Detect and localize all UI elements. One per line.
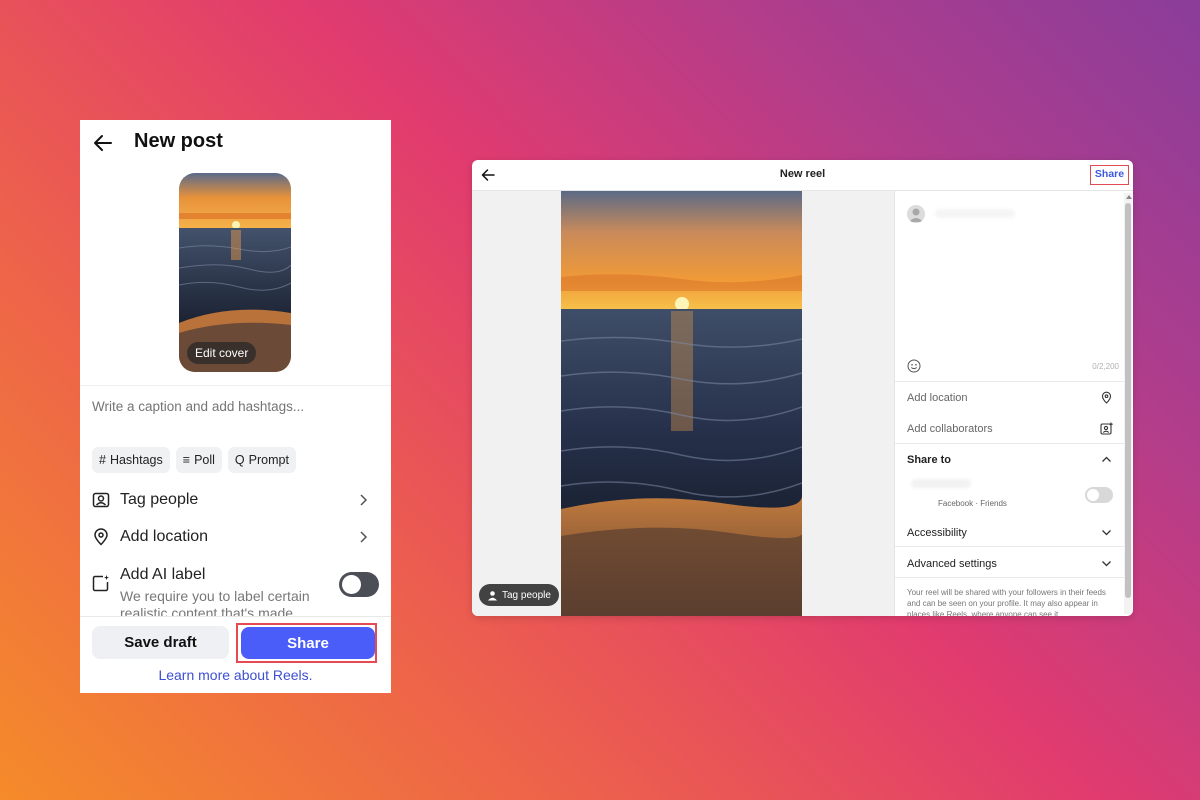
add-location-row[interactable]: Add location	[92, 522, 379, 552]
desktop-new-reel-panel: New reel Share Tag people 0/2,200 Add lo…	[472, 160, 1133, 616]
learn-more-link[interactable]: Learn more about Reels.	[80, 667, 391, 683]
tag-people-label: Tag people	[502, 589, 551, 601]
location-pin-icon	[1101, 391, 1112, 404]
tag-people-label: Tag people	[120, 491, 199, 508]
location-pin-icon	[94, 528, 108, 546]
share-button[interactable]: Share	[241, 627, 375, 659]
ai-label-title: Add AI label	[120, 566, 206, 583]
ai-label-toggle[interactable]	[339, 572, 379, 597]
toggle-knob	[342, 575, 361, 594]
emoji-icon[interactable]	[907, 359, 921, 373]
chip-label: Prompt	[248, 453, 289, 467]
facebook-share-toggle[interactable]	[1085, 487, 1113, 503]
prompt-chip[interactable]: Q Prompt	[227, 447, 296, 473]
page-title: New post	[134, 130, 223, 152]
poll-chip[interactable]: ≡ Poll	[175, 447, 222, 473]
page-title: New reel	[779, 168, 826, 180]
reel-settings-sidebar: 0/2,200 Add location Add collaborators S…	[894, 191, 1133, 616]
facebook-audience-label: Facebook · Friends	[938, 499, 1007, 508]
advanced-settings-label: Advanced settings	[907, 558, 997, 570]
accessibility-row[interactable]: Accessibility	[907, 525, 1113, 543]
accessibility-label: Accessibility	[907, 527, 967, 539]
divider	[80, 385, 391, 386]
share-button[interactable]: Share	[1092, 168, 1127, 180]
ai-sparkle-box-icon	[92, 575, 109, 592]
caption-input[interactable]	[92, 399, 372, 414]
desktop-header: New reel Share	[472, 160, 1133, 191]
tag-person-icon	[92, 492, 110, 508]
person-icon	[488, 590, 497, 600]
chevron-up-icon	[1102, 456, 1111, 462]
sunset-image	[561, 191, 802, 616]
prompt-icon: Q	[234, 453, 245, 467]
divider	[80, 616, 391, 617]
divider	[895, 381, 1125, 382]
scrollbar-thumb[interactable]	[1125, 203, 1131, 598]
add-collaborators-row[interactable]: Add collaborators	[907, 421, 1113, 439]
username-blurred	[935, 209, 1015, 218]
add-collaborators-label: Add collaborators	[907, 423, 993, 435]
edit-cover-button[interactable]: Edit cover	[187, 342, 257, 364]
share-to-label: Share to	[907, 454, 952, 466]
share-to-row[interactable]: Share to	[907, 452, 1113, 470]
tag-people-button[interactable]: Tag people	[479, 584, 559, 606]
default-avatar-icon	[909, 208, 923, 222]
add-location-label: Add location	[120, 528, 209, 545]
mobile-header: New post	[80, 120, 391, 165]
share-info-note: Your reel will be shared with your follo…	[907, 588, 1106, 616]
chevron-right-icon	[360, 531, 368, 543]
chevron-down-icon	[1102, 561, 1111, 567]
mobile-new-post-panel: New post Edit cover Write a caption and …	[80, 120, 391, 693]
chip-label: Poll	[194, 453, 215, 467]
scroll-up-arrow-icon[interactable]	[1126, 195, 1132, 199]
chip-label: Hashtags	[109, 453, 163, 467]
cover-thumbnail[interactable]: Edit cover	[179, 173, 291, 372]
tag-people-row[interactable]: Tag people	[92, 485, 379, 515]
reel-video-preview[interactable]	[561, 191, 802, 616]
avatar	[907, 205, 925, 223]
poll-icon: ≡	[182, 453, 191, 467]
hash-icon: #	[99, 453, 106, 467]
facebook-account-blurred	[911, 479, 971, 488]
caption-char-count: 0/2,200	[1092, 362, 1119, 371]
divider	[895, 443, 1125, 444]
ai-label-description: We require you to label certain realisti…	[120, 588, 310, 616]
arrow-left-icon[interactable]	[92, 132, 114, 154]
caption-chips: # Hashtags ≡ Poll Q Prompt	[92, 447, 296, 473]
advanced-settings-row[interactable]: Advanced settings	[907, 556, 1113, 574]
chevron-right-icon	[360, 494, 368, 506]
add-location-label: Add location	[907, 392, 968, 404]
add-collaborator-icon	[1100, 422, 1113, 435]
ai-label-row: Add AI label We require you to label cer…	[92, 564, 379, 616]
divider	[895, 546, 1125, 547]
save-draft-button[interactable]: Save draft	[92, 626, 229, 659]
add-location-row[interactable]: Add location	[907, 390, 1113, 408]
divider	[895, 577, 1125, 578]
hashtags-chip[interactable]: # Hashtags	[92, 447, 170, 473]
chevron-down-icon	[1102, 530, 1111, 536]
toggle-knob	[1087, 489, 1099, 501]
